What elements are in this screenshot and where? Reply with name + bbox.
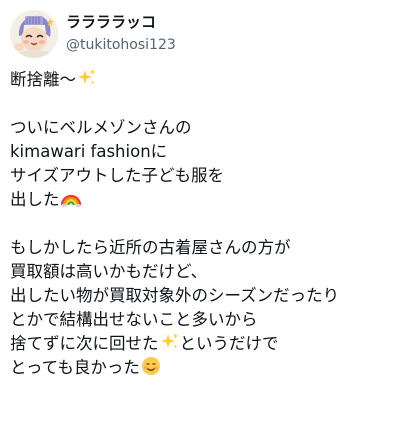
sparkles-icon: [77, 68, 97, 95]
tweet-line-8: もしかしたら近所の古着屋さんの方が: [10, 238, 291, 257]
sparkles-icon: [160, 332, 180, 359]
rainbow-icon: [60, 188, 81, 215]
avatar[interactable]: [10, 10, 58, 58]
anime-character-avatar-icon: [10, 10, 58, 58]
tweet-line-1: 断捨離～: [10, 68, 402, 92]
tweet-line-6: 出した: [10, 188, 402, 212]
display-name[interactable]: ララララッコ: [66, 12, 156, 32]
tweet-line-9: 買取額は高いかもだけど、: [10, 262, 208, 281]
tweet-text: 断捨離～ ついにベルメゾンさんの kimawari fashionに サイズアウ…: [10, 68, 402, 380]
tweet-header: ララララッコ @tukitohosi123: [10, 10, 400, 60]
tweet-line-4: kimawari fashionに: [10, 142, 168, 161]
user-handle[interactable]: @tukitohosi123: [66, 35, 176, 55]
tweet-line-10: 出したい物が買取対象外のシーズンだったり: [10, 286, 340, 305]
tweet-line-11: とかで結構出せないこと多いから: [10, 310, 258, 329]
tweet-line-12: 捨てずに次に回せた というだけで: [10, 332, 402, 356]
smiling-face-icon: [141, 356, 161, 383]
tweet-line-5: サイズアウトした子ども服を: [10, 166, 225, 185]
tweet-line-3: ついにベルメゾンさんの: [10, 118, 192, 137]
tweet-line-13: とっても良かった: [10, 356, 402, 380]
